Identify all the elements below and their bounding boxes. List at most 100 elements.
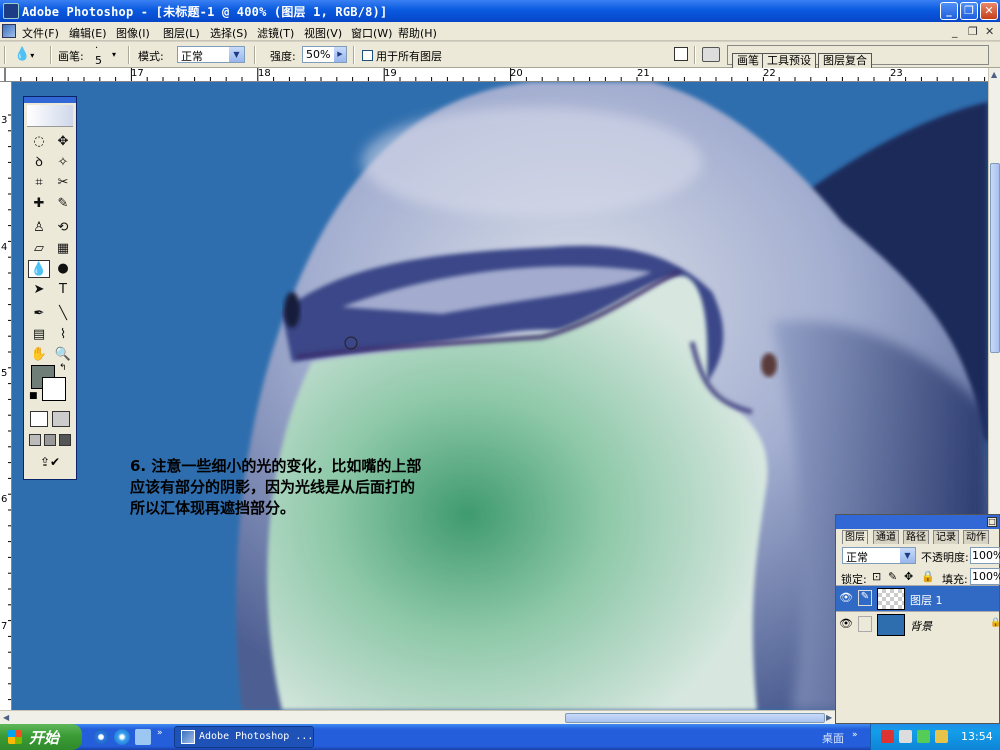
doc-close-button[interactable]: ✕ bbox=[985, 25, 994, 38]
lock-transparency-icon[interactable]: ⊡ bbox=[872, 570, 881, 583]
tab-channels[interactable]: 通道 bbox=[873, 530, 899, 544]
menu-view[interactable]: 视图(V) bbox=[304, 25, 342, 41]
move-icon[interactable]: ✥ bbox=[52, 133, 74, 151]
default-colors-icon[interactable]: ■ bbox=[29, 391, 38, 401]
mode-select[interactable]: 正常 ▼ bbox=[177, 46, 245, 63]
fill-input[interactable]: 100% bbox=[970, 568, 1000, 585]
doc-minimize-button[interactable]: _ bbox=[952, 25, 958, 38]
menu-file[interactable]: 文件(F) bbox=[22, 25, 59, 41]
network-icon[interactable] bbox=[899, 730, 912, 743]
background-color-swatch[interactable] bbox=[42, 377, 66, 401]
clock[interactable]: 13:54 bbox=[961, 730, 993, 743]
scroll-up-icon[interactable]: ▲ bbox=[991, 70, 997, 79]
notes-icon[interactable]: ▤ bbox=[28, 326, 50, 344]
slice-icon[interactable]: ✂ bbox=[52, 174, 74, 192]
hand-icon[interactable]: ✋ bbox=[28, 346, 50, 364]
tray-app-icon[interactable] bbox=[881, 730, 894, 743]
doc-restore-button[interactable]: ❐ bbox=[968, 25, 978, 38]
chevron-right-icon[interactable]: ▶ bbox=[334, 47, 346, 62]
line-icon[interactable]: ╲ bbox=[52, 305, 74, 323]
link-slot[interactable] bbox=[858, 616, 872, 632]
blur-icon[interactable]: 💧 bbox=[28, 260, 50, 278]
marquee-icon[interactable]: ◌ bbox=[28, 133, 50, 151]
quick-launch-chevron-icon[interactable]: » bbox=[157, 728, 163, 738]
brush-size-picker[interactable]: · 5 ▾ bbox=[92, 43, 122, 67]
blend-mode-select[interactable]: 正常 ▼ bbox=[842, 547, 916, 564]
pen-icon[interactable]: ✒ bbox=[28, 305, 50, 323]
tab-actions[interactable]: 动作 bbox=[963, 530, 989, 544]
menu-filter[interactable]: 滤镜(T) bbox=[257, 25, 294, 41]
desktop-toolbar-label[interactable]: 桌面 bbox=[822, 730, 844, 746]
eraser-icon[interactable]: ▱ bbox=[28, 240, 50, 258]
maximize-button[interactable]: ❐ bbox=[960, 2, 978, 20]
palette-title-bar[interactable] bbox=[24, 97, 76, 103]
close-button[interactable]: ✕ bbox=[980, 2, 998, 20]
all-layers-checkbox[interactable] bbox=[362, 50, 373, 61]
standard-mode-icon[interactable] bbox=[30, 411, 48, 427]
menu-layer[interactable]: 图层(L) bbox=[163, 25, 200, 41]
layer-row[interactable]: 👁 背景 🔒 bbox=[836, 611, 1000, 637]
browser-icon[interactable] bbox=[93, 729, 109, 745]
menu-help[interactable]: 帮助(H) bbox=[398, 25, 437, 41]
opacity-input[interactable]: 100% bbox=[970, 547, 1000, 564]
screen-mode-full-icon[interactable] bbox=[59, 434, 71, 446]
strength-input[interactable]: 50% ▶ bbox=[302, 46, 347, 63]
menu-edit[interactable]: 编辑(E) bbox=[69, 25, 107, 41]
tab-layer-comps[interactable]: 图层复合 bbox=[818, 53, 872, 68]
horizontal-scrollbar[interactable]: ◀ ▶ bbox=[0, 710, 836, 724]
minimize-button[interactable]: _ bbox=[940, 2, 958, 20]
screen-mode-standard-icon[interactable] bbox=[29, 434, 41, 446]
palette-title-bar[interactable] bbox=[836, 515, 999, 529]
print-icon[interactable] bbox=[702, 47, 720, 62]
scroll-left-icon[interactable]: ◀ bbox=[3, 713, 9, 722]
menu-image[interactable]: 图像(I) bbox=[116, 25, 150, 41]
healing-icon[interactable]: ✚ bbox=[28, 195, 50, 213]
swap-colors-icon[interactable]: ↰ bbox=[59, 363, 67, 373]
layer-row[interactable]: 👁 ✎ 图层 1 bbox=[836, 585, 999, 611]
jump-to-imageready-icon[interactable]: ⇪✔ bbox=[30, 455, 70, 471]
type-icon[interactable]: T bbox=[52, 281, 74, 299]
zoom-icon[interactable]: 🔍 bbox=[52, 346, 74, 364]
start-button[interactable]: 开始 bbox=[0, 724, 82, 750]
blur-tool-preset-icon[interactable]: 💧▾ bbox=[14, 47, 44, 64]
dodge-icon[interactable]: ● bbox=[52, 260, 74, 278]
gradient-icon[interactable]: ▦ bbox=[52, 240, 74, 258]
quick-mask-icon[interactable] bbox=[52, 411, 70, 427]
internet-explorer-icon[interactable] bbox=[114, 729, 130, 745]
feather-logo[interactable] bbox=[27, 105, 73, 127]
stamp-icon[interactable]: ♙ bbox=[28, 219, 50, 237]
scroll-right-icon[interactable]: ▶ bbox=[826, 713, 832, 722]
menu-window[interactable]: 窗口(W) bbox=[351, 25, 392, 41]
palette-toggle-icon[interactable] bbox=[674, 47, 688, 61]
crop-icon[interactable]: ⌗ bbox=[28, 174, 50, 192]
toolbar-chevron-icon[interactable]: » bbox=[852, 730, 858, 740]
document-icon[interactable] bbox=[2, 24, 16, 38]
lock-pixels-icon[interactable]: ✎ bbox=[888, 570, 897, 583]
scroll-thumb[interactable] bbox=[565, 713, 825, 723]
tab-history[interactable]: 记录 bbox=[933, 530, 959, 544]
tab-tool-presets[interactable]: 工具预设 bbox=[762, 53, 816, 68]
tab-brushes[interactable]: 画笔 bbox=[732, 53, 764, 68]
lasso-icon[interactable]: ꝺ bbox=[28, 154, 50, 172]
scroll-thumb[interactable] bbox=[990, 163, 1000, 353]
eyedropper-icon[interactable]: ⌇ bbox=[52, 326, 74, 344]
divider bbox=[128, 46, 130, 64]
taskbar-button-photoshop[interactable]: Adobe Photoshop ... bbox=[174, 726, 314, 748]
brush-icon[interactable]: ✎ bbox=[52, 195, 74, 213]
magic-wand-icon[interactable]: ✧ bbox=[52, 154, 74, 172]
screen-mode-full-menu-icon[interactable] bbox=[44, 434, 56, 446]
tray-status-icon[interactable] bbox=[917, 730, 930, 743]
tab-paths[interactable]: 路径 bbox=[903, 530, 929, 544]
tab-layers[interactable]: 图层 bbox=[842, 530, 868, 544]
palette-close-button[interactable]: □ bbox=[987, 517, 997, 527]
brush-link-icon[interactable]: ✎ bbox=[858, 590, 872, 606]
lock-position-icon[interactable]: ✥ bbox=[904, 570, 913, 583]
menu-select[interactable]: 选择(S) bbox=[210, 25, 248, 41]
history-brush-icon[interactable]: ⟲ bbox=[52, 219, 74, 237]
volume-icon[interactable] bbox=[935, 730, 948, 743]
path-select-icon[interactable]: ➤ bbox=[28, 281, 50, 299]
media-icon[interactable] bbox=[135, 729, 151, 745]
lock-all-icon[interactable]: 🔒 bbox=[921, 570, 935, 583]
eye-icon[interactable]: 👁 bbox=[839, 591, 853, 605]
eye-icon[interactable]: 👁 bbox=[839, 617, 853, 631]
